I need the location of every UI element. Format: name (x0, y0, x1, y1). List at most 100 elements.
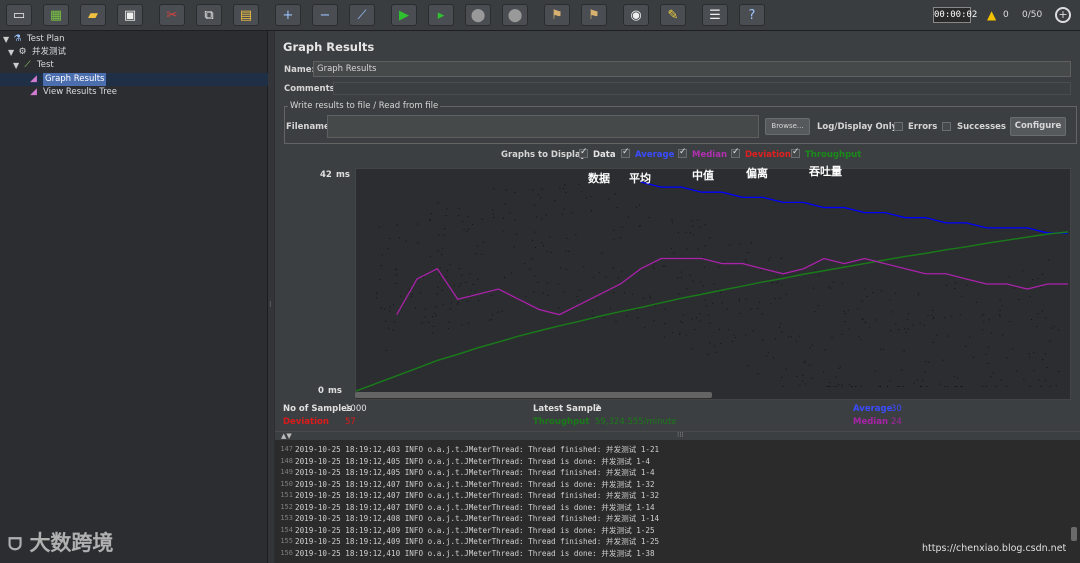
data-point (917, 295, 919, 297)
data-point (702, 285, 704, 287)
data-point (686, 288, 688, 290)
watermark-logo-text: 大数跨境 (29, 531, 114, 555)
stop-icon[interactable]: ⬤ (465, 4, 491, 26)
data-point (1037, 313, 1039, 315)
help-icon[interactable]: ? (739, 4, 765, 26)
data-point (533, 291, 535, 293)
remote-globe-icon[interactable]: + (1055, 7, 1071, 23)
configure-button[interactable]: Configure (1010, 117, 1066, 136)
templates-icon[interactable]: ▦ (43, 4, 69, 26)
cut-icon[interactable]: ✂ (159, 4, 185, 26)
data-point (541, 242, 543, 244)
data-point (563, 291, 565, 293)
console-grip-icon[interactable]: ⁞⁞⁞ (677, 431, 684, 439)
broom-all-icon[interactable]: ⚑ (581, 4, 607, 26)
data-point (608, 198, 610, 200)
tree-item-graph-results[interactable]: ◢ Graph Results (28, 73, 107, 86)
data-point (768, 259, 770, 261)
data-point (991, 332, 993, 334)
graph-horizontal-scrollbar[interactable] (355, 392, 712, 398)
console-line-text: 2019-10-25 18:19:12,410 INFO o.a.j.t.JMe… (295, 548, 655, 558)
data-point (1058, 329, 1060, 331)
play-no-pause-icon[interactable]: ▸ (428, 4, 454, 26)
data-point (457, 302, 459, 304)
data-point (771, 282, 773, 284)
collapse-arrow-icon[interactable]: ▼ (13, 59, 22, 72)
reset-search-icon[interactable]: ✎ (660, 4, 686, 26)
data-point (708, 314, 710, 316)
console-line-number: 151 (280, 491, 293, 499)
data-point (817, 305, 819, 307)
binoculars-icon[interactable]: ◉ (623, 4, 649, 26)
tree-item-view-results-tree[interactable]: ◢ View Results Tree (28, 86, 117, 99)
data-point (424, 316, 426, 318)
list-icon[interactable]: ☰ (702, 4, 728, 26)
tree-item-thread-group[interactable]: ▼ ⚙ 并发测试 (8, 46, 66, 59)
tree-item-test-plan[interactable]: ▼ ⚗ Test Plan (3, 33, 65, 46)
data-point (692, 280, 694, 282)
throughput-checkbox[interactable] (791, 147, 800, 158)
data-point (677, 277, 679, 279)
data-checkbox[interactable] (579, 147, 588, 158)
errors-checkbox[interactable] (894, 122, 903, 131)
data-point (516, 233, 518, 235)
data-point (621, 226, 623, 228)
data-point (510, 272, 512, 274)
data-point (954, 288, 956, 290)
play-icon[interactable]: ▶ (391, 4, 417, 26)
collapse-console-icon[interactable]: ▲▼ (281, 432, 292, 440)
data-point (463, 229, 465, 231)
data-point (421, 322, 423, 324)
data-point (811, 344, 813, 346)
data-point (396, 224, 398, 226)
data-point (430, 213, 432, 215)
data-point (946, 284, 948, 286)
data-point (1033, 352, 1035, 354)
data-point (932, 318, 934, 320)
save-icon[interactable]: ▣ (117, 4, 143, 26)
data-point (890, 330, 892, 332)
copy-icon[interactable]: ⧉ (196, 4, 222, 26)
warning-icon[interactable]: ▲ (987, 8, 996, 22)
splitter-grip-icon[interactable]: ⁝ (269, 300, 272, 309)
data-point (847, 309, 849, 311)
vertical-splitter[interactable] (268, 31, 274, 563)
shutdown-icon[interactable]: ⬤ (502, 4, 528, 26)
open-folder-icon[interactable]: ▰ (80, 4, 106, 26)
data-point (947, 335, 949, 337)
data-point (987, 363, 989, 365)
new-file-icon[interactable]: ▭ (6, 4, 32, 26)
data-point (432, 332, 434, 334)
plus-icon[interactable]: + (275, 4, 301, 26)
collapse-arrow-icon[interactable]: ▼ (3, 33, 12, 46)
data-point (577, 300, 579, 302)
minus-icon[interactable]: − (312, 4, 338, 26)
data-point (396, 269, 398, 271)
console-vertical-scrollbar[interactable] (1071, 527, 1077, 541)
data-point (972, 356, 974, 358)
collapse-arrow-icon[interactable]: ▼ (8, 46, 17, 59)
deviation-checkbox[interactable] (731, 147, 740, 158)
toggle-icon[interactable]: ⟋ (349, 4, 375, 26)
average-checkbox[interactable] (621, 147, 630, 158)
data-point (880, 290, 882, 292)
data-point (779, 326, 781, 328)
broom-icon[interactable]: ⚑ (544, 4, 570, 26)
data-point (531, 258, 533, 260)
data-point (420, 292, 422, 294)
data-point (830, 287, 832, 289)
name-input[interactable]: Graph Results (313, 61, 1071, 77)
comments-input[interactable] (333, 82, 1071, 95)
median-checkbox[interactable] (678, 147, 687, 158)
data-point (583, 266, 585, 268)
data-point (677, 232, 679, 234)
filename-input[interactable] (327, 115, 759, 138)
successes-checkbox[interactable] (942, 122, 951, 131)
tree-item-test[interactable]: ▼ ⟋ Test (13, 59, 54, 72)
data-point (1029, 386, 1031, 388)
data-point (802, 374, 804, 376)
data-point (432, 325, 434, 327)
data-point (621, 271, 623, 273)
browse-button[interactable]: Browse... (765, 118, 810, 135)
paste-icon[interactable]: ▤ (233, 4, 259, 26)
